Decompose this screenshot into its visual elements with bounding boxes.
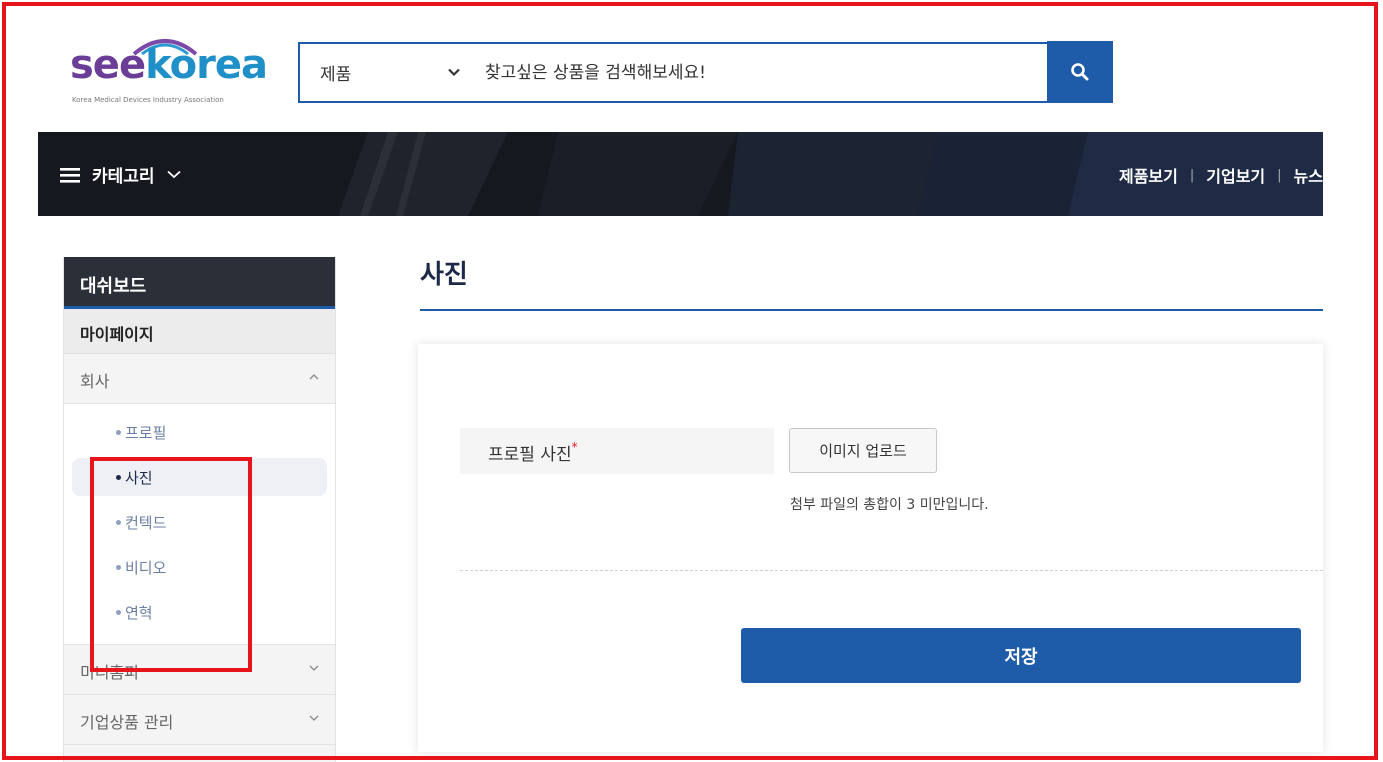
search-bar: 제품 [298,41,1113,103]
site-logo[interactable]: seekorea Korea Medical Devices Industry … [70,34,268,110]
search-icon [1071,62,1089,80]
sidebar-item-contact[interactable]: 컨텍드 [72,503,327,541]
bullet-icon [116,610,121,615]
search-input[interactable] [465,44,1047,101]
sidebar-group-company[interactable]: 회사 [64,354,335,404]
site-header: seekorea Korea Medical Devices Industry … [0,0,1383,132]
sidebar-item-label: 프로필 [125,424,167,442]
bullet-icon [116,475,121,480]
search-category-value: 제품 [320,65,352,85]
image-upload-button[interactable]: 이미지 업로드 [789,428,937,473]
sidebar-group-minihome[interactable]: 미니홈피 [64,645,335,695]
search-category-select[interactable]: 제품 [300,44,465,101]
title-divider [420,309,1323,311]
nav-link-companies[interactable]: 기업보기 [1206,163,1265,187]
sidebar-item-label: 연혁 [125,604,153,622]
nav-links: 제품보기 | 기업보기 | 뉴스 [1119,163,1323,187]
sidebar-item-photo[interactable]: 사진 [72,458,327,496]
form-divider [460,570,1323,571]
sidebar-item-profile[interactable]: 프로필 [72,413,327,451]
nav-link-news[interactable]: 뉴스 [1294,163,1323,187]
category-menu-button[interactable]: 카테고리 [60,162,181,187]
chevron-down-icon [166,170,181,179]
category-menu-label: 카테고리 [92,167,155,187]
nav-divider: | [1277,167,1282,183]
main-navbar: 카테고리 제품보기 | 기업보기 | 뉴스 [38,132,1323,216]
sidebar-item-history[interactable]: 연혁 [72,593,327,631]
dashboard-sidebar: 대쉬보드 마이페이지 회사 프로필 사진 컨텍드 비디오 연혁 미니홈피 기업상… [63,257,336,762]
hamburger-icon [60,167,80,183]
sidebar-item-mypage[interactable]: 마이페이지 [64,309,335,354]
sidebar-company-submenu: 프로필 사진 컨텍드 비디오 연혁 [64,404,335,645]
save-button[interactable]: 저장 [741,628,1301,683]
sidebar-group-products[interactable]: 기업상품 관리 [64,695,335,745]
chevron-down-icon [448,68,460,77]
search-button[interactable] [1047,41,1113,102]
upload-hint: 첨부 파일의 총합이 3 미만입니다. [790,497,989,513]
sidebar-header: 대쉬보드 [64,257,335,309]
sidebar-item-video[interactable]: 비디오 [72,548,327,586]
bullet-icon [116,520,121,525]
chevron-down-icon [309,715,319,721]
sidebar-group-label: 기업상품 관리 [80,713,174,732]
sidebar-item-label: 컨텍드 [125,514,167,532]
nav-divider: | [1189,167,1195,183]
sidebar-group-label: 미니홈피 [80,663,139,682]
bullet-icon [116,565,121,570]
logo-text: seekorea [70,42,268,88]
sidebar-item-label: 사진 [125,469,153,487]
bullet-icon [116,430,121,435]
logo-subtitle: Korea Medical Devices Industry Associati… [72,96,224,104]
sidebar-item-label: 비디오 [125,559,167,577]
page-title: 사진 [420,260,468,290]
sidebar-group-label: 회사 [80,372,110,391]
chevron-down-icon [309,665,319,671]
photo-form-card: 프로필 사진* 이미지 업로드 첨부 파일의 총합이 3 미만입니다. 저장 [418,344,1323,752]
profile-photo-label: 프로필 사진* [460,428,774,474]
nav-link-products[interactable]: 제품보기 [1119,163,1178,187]
required-mark: * [571,440,578,454]
chevron-up-icon [309,374,319,380]
